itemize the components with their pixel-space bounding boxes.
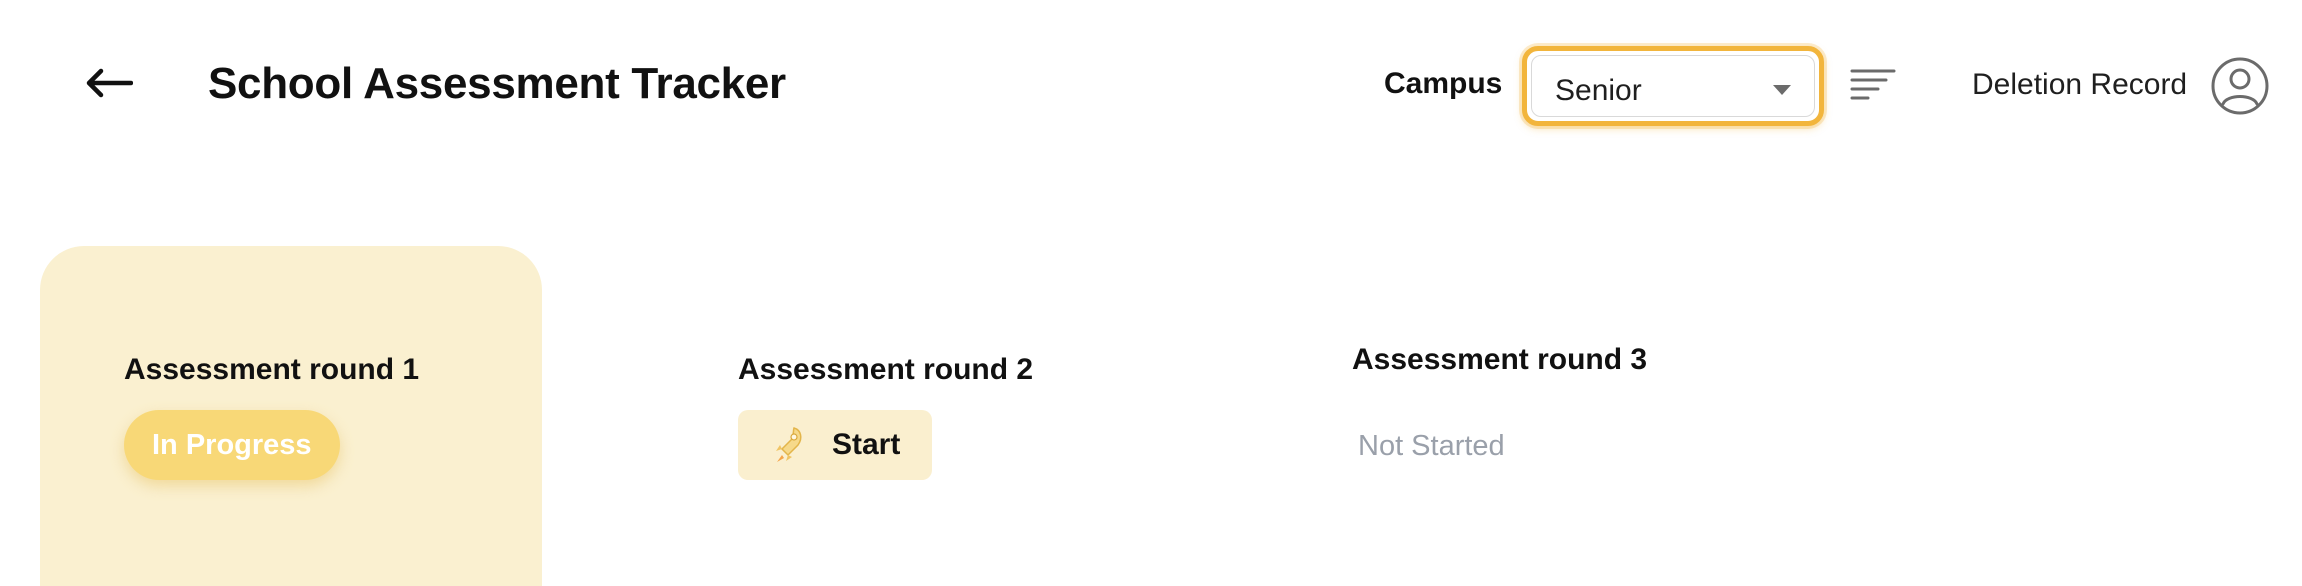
sort-lines-icon bbox=[1850, 65, 1896, 105]
round-1-title: Assessment round 1 bbox=[124, 353, 420, 386]
deletion-record-button[interactable]: Deletion Record bbox=[1850, 62, 2187, 108]
round-1-status-badge: In Progress bbox=[124, 410, 340, 480]
back-button[interactable] bbox=[78, 52, 140, 114]
app-header: School Assessment Tracker Campus Senior … bbox=[0, 0, 2302, 170]
round-3-status-text: Not Started bbox=[1358, 430, 1505, 462]
rocket-icon bbox=[776, 427, 802, 462]
campus-select-value: Senior bbox=[1555, 74, 1642, 107]
user-circle-icon bbox=[2211, 57, 2269, 115]
user-avatar-button[interactable] bbox=[2210, 56, 2270, 116]
round-2-start-label: Start bbox=[832, 428, 901, 461]
chevron-down-icon bbox=[1773, 85, 1791, 95]
arrow-left-icon bbox=[86, 68, 133, 98]
campus-label: Campus bbox=[1384, 67, 1503, 100]
round-2-start-button[interactable]: Start bbox=[738, 410, 932, 480]
page-title: School Assessment Tracker bbox=[208, 59, 786, 108]
deletion-record-label: Deletion Record bbox=[1972, 68, 2188, 101]
campus-select[interactable]: Senior bbox=[1522, 46, 1824, 126]
round-2-title: Assessment round 2 bbox=[738, 353, 1034, 386]
round-3-title: Assessment round 3 bbox=[1352, 343, 1648, 376]
